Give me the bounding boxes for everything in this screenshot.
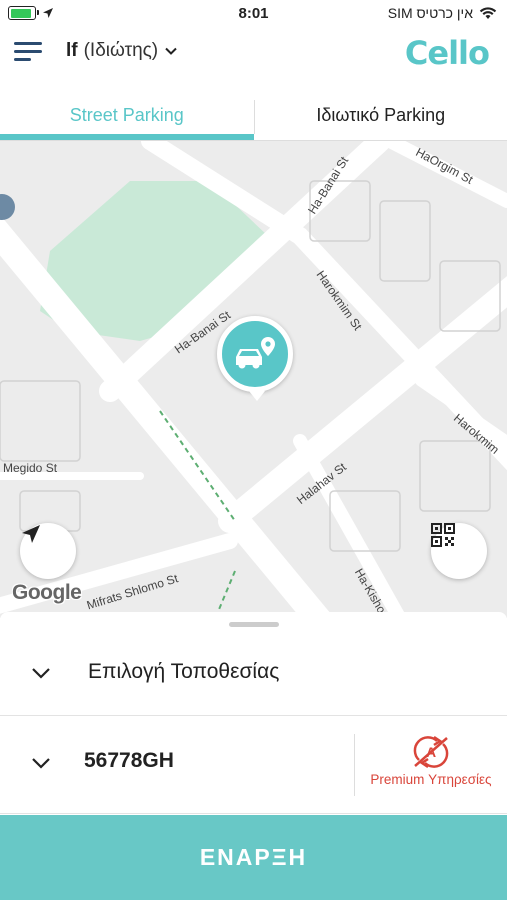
tab-street-parking[interactable]: Street Parking: [0, 100, 254, 140]
premium-services-button[interactable]: A Premium Υπηρεσίες: [354, 734, 507, 796]
start-parking-button[interactable]: ΕΝΑΡΞΗ: [0, 815, 507, 900]
account-type: (Ιδιώτης): [83, 40, 159, 61]
status-bar: 8:01 אין כרטיס SIM: [0, 0, 507, 28]
premium-services-label: Premium Υπηρεσίες: [370, 772, 492, 787]
wifi-icon: [479, 7, 497, 19]
street-label: Megido St: [3, 461, 58, 475]
map-view[interactable]: Ha-Banai St HaOrgim St Ha-Banai St Harok…: [0, 140, 507, 618]
parking-location-pin[interactable]: [217, 316, 293, 401]
app-header: lf (Ιδιώτης) Cello: [0, 28, 507, 88]
location-label: Επιλογή Τοποθεσίας: [88, 660, 280, 683]
parking-tabs: Street Parking Ιδιωτικό Parking: [0, 100, 507, 140]
navigation-arrow-icon: [22, 525, 40, 543]
car-location-icon: [236, 337, 275, 369]
google-logo: Google: [12, 581, 82, 604]
chevron-down-icon: [32, 668, 50, 679]
account-name: lf: [66, 40, 78, 61]
carrier-label: אין כרטיס SIM: [387, 5, 473, 21]
cello-logo: Cello: [404, 34, 490, 72]
my-location-button[interactable]: [20, 523, 76, 579]
hamburger-menu-icon[interactable]: [14, 42, 42, 64]
qr-code-icon: [431, 523, 455, 547]
status-right: אין כרטיס SIM: [388, 5, 497, 21]
tab-private-parking[interactable]: Ιδιωτικό Parking: [253, 100, 507, 134]
qr-scan-button[interactable]: [431, 523, 487, 579]
vehicle-plate[interactable]: 56778GH: [84, 749, 174, 773]
chevron-down-icon[interactable]: [30, 756, 52, 770]
drag-handle[interactable]: [229, 622, 279, 627]
account-selector[interactable]: lf (Ιδιώτης): [66, 40, 178, 62]
location-selector-row[interactable]: Επιλογή Τοποθεσίας: [0, 638, 507, 716]
premium-services-icon: A: [413, 735, 449, 769]
chevron-down-icon: [165, 47, 177, 55]
vehicle-row: 56778GH A Premium Υπηρεσίες: [0, 716, 507, 814]
